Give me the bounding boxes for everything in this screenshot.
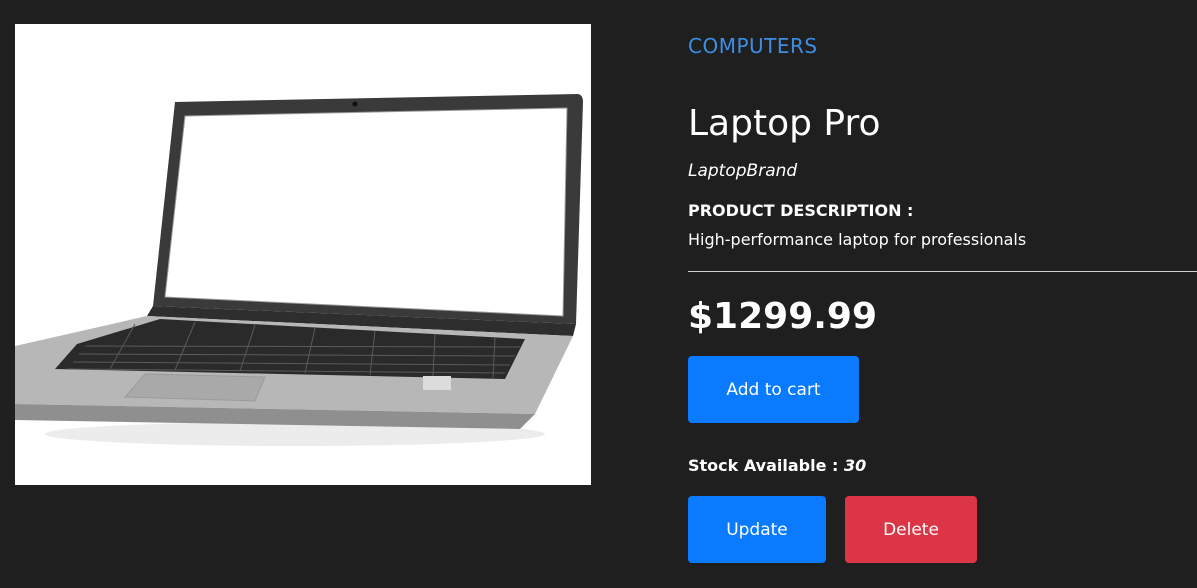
description-heading: PRODUCT DESCRIPTION : [688, 201, 914, 220]
update-button[interactable]: Update [688, 496, 826, 563]
product-image [15, 24, 591, 485]
laptop-image [15, 94, 583, 446]
product-detail-page: COMPUTERS Laptop Pro LaptopBrand PRODUCT… [0, 0, 1197, 588]
divider [688, 271, 1197, 272]
product-price: $1299.99 [688, 296, 878, 337]
add-to-cart-button[interactable]: Add to cart [688, 356, 859, 423]
product-title: Laptop Pro [688, 103, 881, 144]
product-category[interactable]: COMPUTERS [688, 34, 818, 58]
stock-value: 30 [844, 456, 867, 475]
delete-button[interactable]: Delete [845, 496, 977, 563]
product-brand: LaptopBrand [688, 161, 798, 181]
product-details: COMPUTERS Laptop Pro LaptopBrand PRODUCT… [688, 0, 1197, 588]
stock-label: Stock Available : [688, 456, 844, 475]
product-description: High-performance laptop for professional… [688, 230, 1027, 249]
stock-info: Stock Available : 30 [688, 456, 866, 475]
